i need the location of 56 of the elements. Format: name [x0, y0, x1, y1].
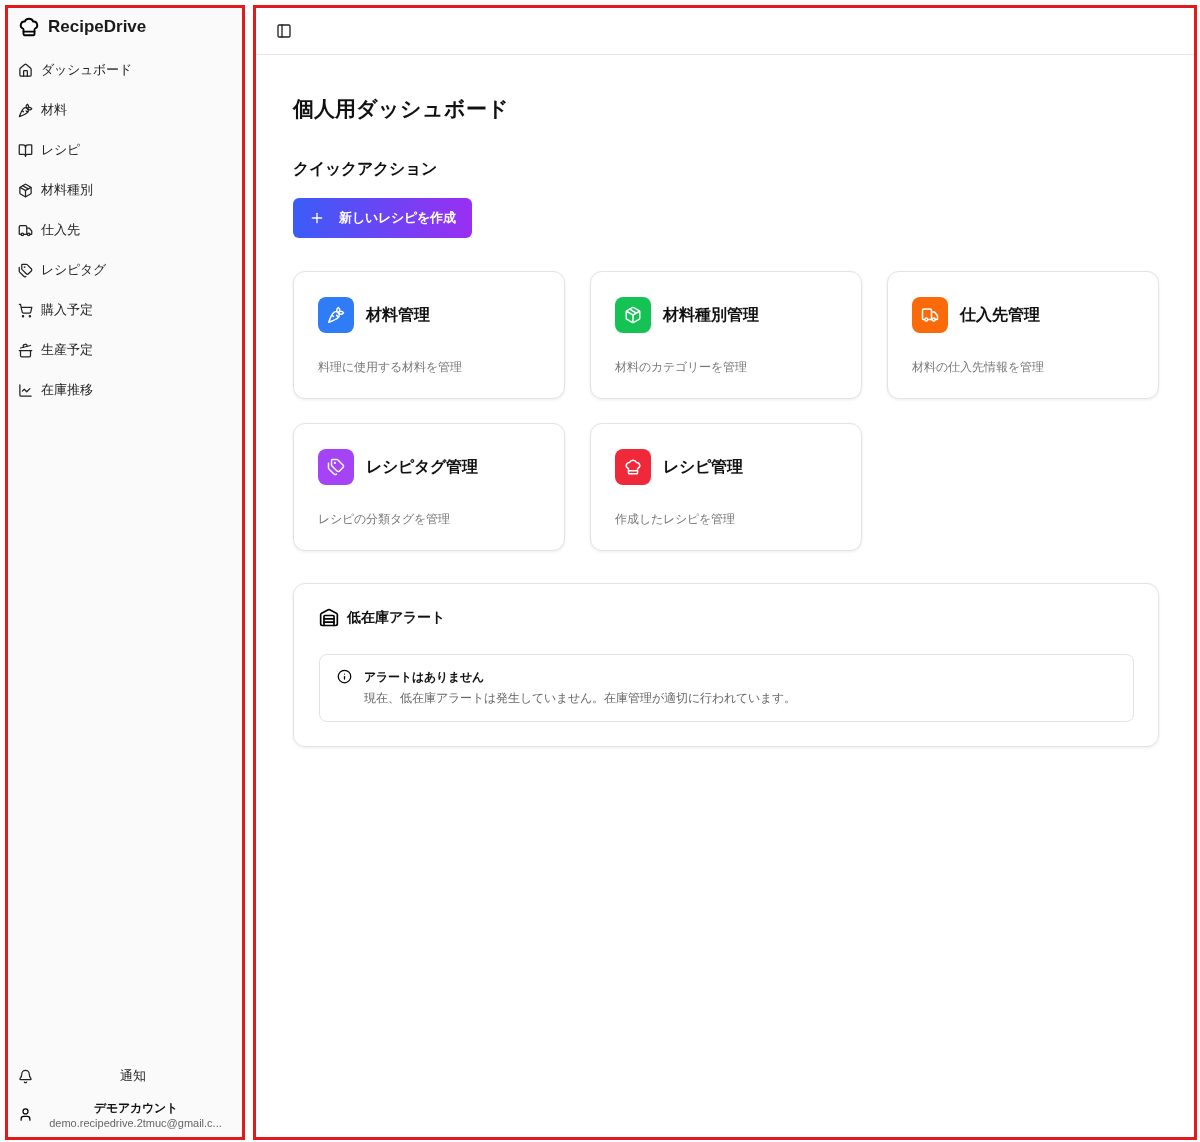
- carrot-icon: [18, 102, 33, 118]
- management-card[interactable]: レシピタグ管理 レシピの分類タグを管理: [293, 423, 565, 551]
- line-chart-icon: [18, 382, 33, 398]
- sidebar-item[interactable]: 生産予定: [14, 330, 236, 370]
- chef-hat-icon: [624, 458, 642, 476]
- card-title: 仕入先管理: [960, 304, 1040, 326]
- sidebar-item[interactable]: レシピ: [14, 130, 236, 170]
- card-title: レシピタグ管理: [366, 456, 478, 478]
- management-card[interactable]: 材料管理 料理に使用する材料を管理: [293, 271, 565, 399]
- pot-icon: [18, 342, 33, 358]
- tags-icon: [327, 458, 345, 476]
- card-title: 低在庫アラート: [347, 609, 445, 627]
- page-title: 個人用ダッシュボード: [293, 96, 510, 123]
- notifications-item[interactable]: 通知: [14, 1056, 236, 1096]
- management-card[interactable]: レシピ管理 作成したレシピを管理: [590, 423, 862, 551]
- alert-title: アラートはありません: [364, 669, 485, 686]
- package-icon: [18, 182, 33, 198]
- user-icon: [18, 1107, 33, 1122]
- cart-icon: [18, 302, 33, 318]
- management-card[interactable]: 材料種別管理 材料のカテゴリーを管理: [590, 271, 862, 399]
- card-description: 作成したレシピを管理: [615, 511, 736, 528]
- info-icon: [337, 669, 352, 684]
- card-description: 材料のカテゴリーを管理: [615, 359, 748, 376]
- card-title: 材料管理: [366, 304, 430, 326]
- sidebar-toggle-button[interactable]: [274, 21, 294, 41]
- card-title: レシピ管理: [663, 456, 743, 478]
- management-card[interactable]: 仕入先管理 材料の仕入先情報を管理: [887, 271, 1159, 399]
- truck-icon: [18, 222, 33, 238]
- card-title: 材料種別管理: [663, 304, 759, 326]
- sidebar-item[interactable]: ダッシュボード: [14, 50, 236, 90]
- chef-hat-icon: [18, 16, 40, 38]
- alert-message: 現在、低在庫アラートは発生していません。在庫管理が適切に行われています。: [364, 690, 796, 707]
- create-recipe-button[interactable]: 新しいレシピを作成: [293, 198, 472, 238]
- sidebar-item[interactable]: 購入予定: [14, 290, 236, 330]
- warehouse-icon: [319, 608, 339, 628]
- sidebar-item[interactable]: 材料: [14, 90, 236, 130]
- account-name: デモアカウント: [93, 1100, 178, 1117]
- sidebar-item[interactable]: 在庫推移: [14, 370, 236, 410]
- card-description: 材料の仕入先情報を管理: [912, 359, 1045, 376]
- sidebar-item[interactable]: 材料種別: [14, 170, 236, 210]
- brand-name: RecipeDrive: [48, 17, 147, 37]
- plus-icon: [309, 210, 325, 226]
- sidebar-item[interactable]: 仕入先: [14, 210, 236, 250]
- section-title: クイックアクション: [293, 159, 438, 180]
- package-icon: [624, 306, 642, 324]
- account-item[interactable]: デモアカウント demo.recipedrive.2tmuc@gmail.c...: [14, 1096, 236, 1129]
- tags-icon: [18, 262, 33, 278]
- truck-icon: [921, 306, 939, 324]
- card-description: 料理に使用する材料を管理: [318, 359, 463, 376]
- card-description: レシピの分類タグを管理: [318, 511, 451, 528]
- bell-icon: [18, 1068, 33, 1084]
- sidebar-item[interactable]: レシピタグ: [14, 250, 236, 290]
- carrot-icon: [327, 306, 345, 324]
- account-email: demo.recipedrive.2tmuc@gmail.c...: [49, 1117, 222, 1129]
- home-icon: [18, 62, 33, 78]
- book-icon: [18, 142, 33, 158]
